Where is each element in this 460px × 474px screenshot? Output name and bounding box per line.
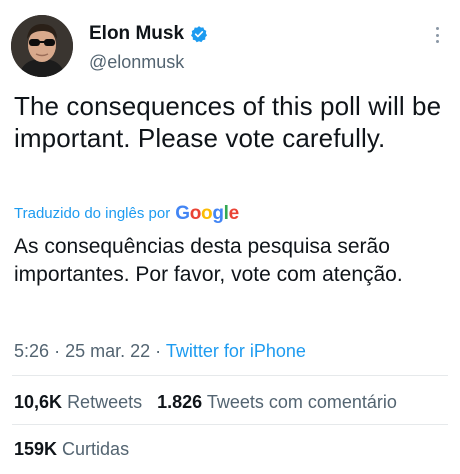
tweet-time[interactable]: 5:26 <box>14 341 49 361</box>
avatar[interactable] <box>11 15 73 77</box>
author-name-text[interactable]: Elon Musk <box>89 22 184 46</box>
likes-stat[interactable]: 159K Curtidas <box>14 437 129 461</box>
divider <box>12 375 448 376</box>
author-name[interactable]: Elon Musk <box>89 22 208 46</box>
retweets-stat[interactable]: 10,6K Retweets <box>14 392 142 412</box>
verified-badge-icon <box>190 25 208 43</box>
quotes-count: 1.826 <box>157 392 203 412</box>
google-logo: Google <box>175 203 239 224</box>
likes-label: Curtidas <box>62 439 130 459</box>
meta-separator: · <box>155 341 162 361</box>
tweet-stats: 10,6K Retweets 1.826 Tweets com comentár… <box>14 390 397 414</box>
more-options-icon[interactable] <box>430 24 444 46</box>
author-handle[interactable]: @elonmusk <box>89 50 184 74</box>
quotes-label: Tweets com comentário <box>206 392 397 412</box>
tweet-translation: As consequências desta pesquisa serão im… <box>14 235 403 286</box>
quotes-stat[interactable]: 1.826 Tweets com comentário <box>157 392 397 412</box>
translated-by[interactable]: Traduzido do inglês por Google <box>14 203 239 225</box>
tweet-date[interactable]: 25 mar. 22 <box>65 341 150 361</box>
divider <box>12 424 448 425</box>
tweet-text: The consequences of this poll will be im… <box>14 91 442 153</box>
tweet-meta: 5:26 · 25 mar. 22 · Twitter for iPhone <box>14 339 306 363</box>
tweet-source[interactable]: Twitter for iPhone <box>166 341 306 361</box>
retweets-count: 10,6K <box>14 392 63 412</box>
likes-count: 159K <box>14 439 58 459</box>
meta-separator: · <box>54 341 61 361</box>
retweets-label: Retweets <box>67 392 143 412</box>
translated-label[interactable]: Traduzido do inglês por <box>14 203 170 225</box>
